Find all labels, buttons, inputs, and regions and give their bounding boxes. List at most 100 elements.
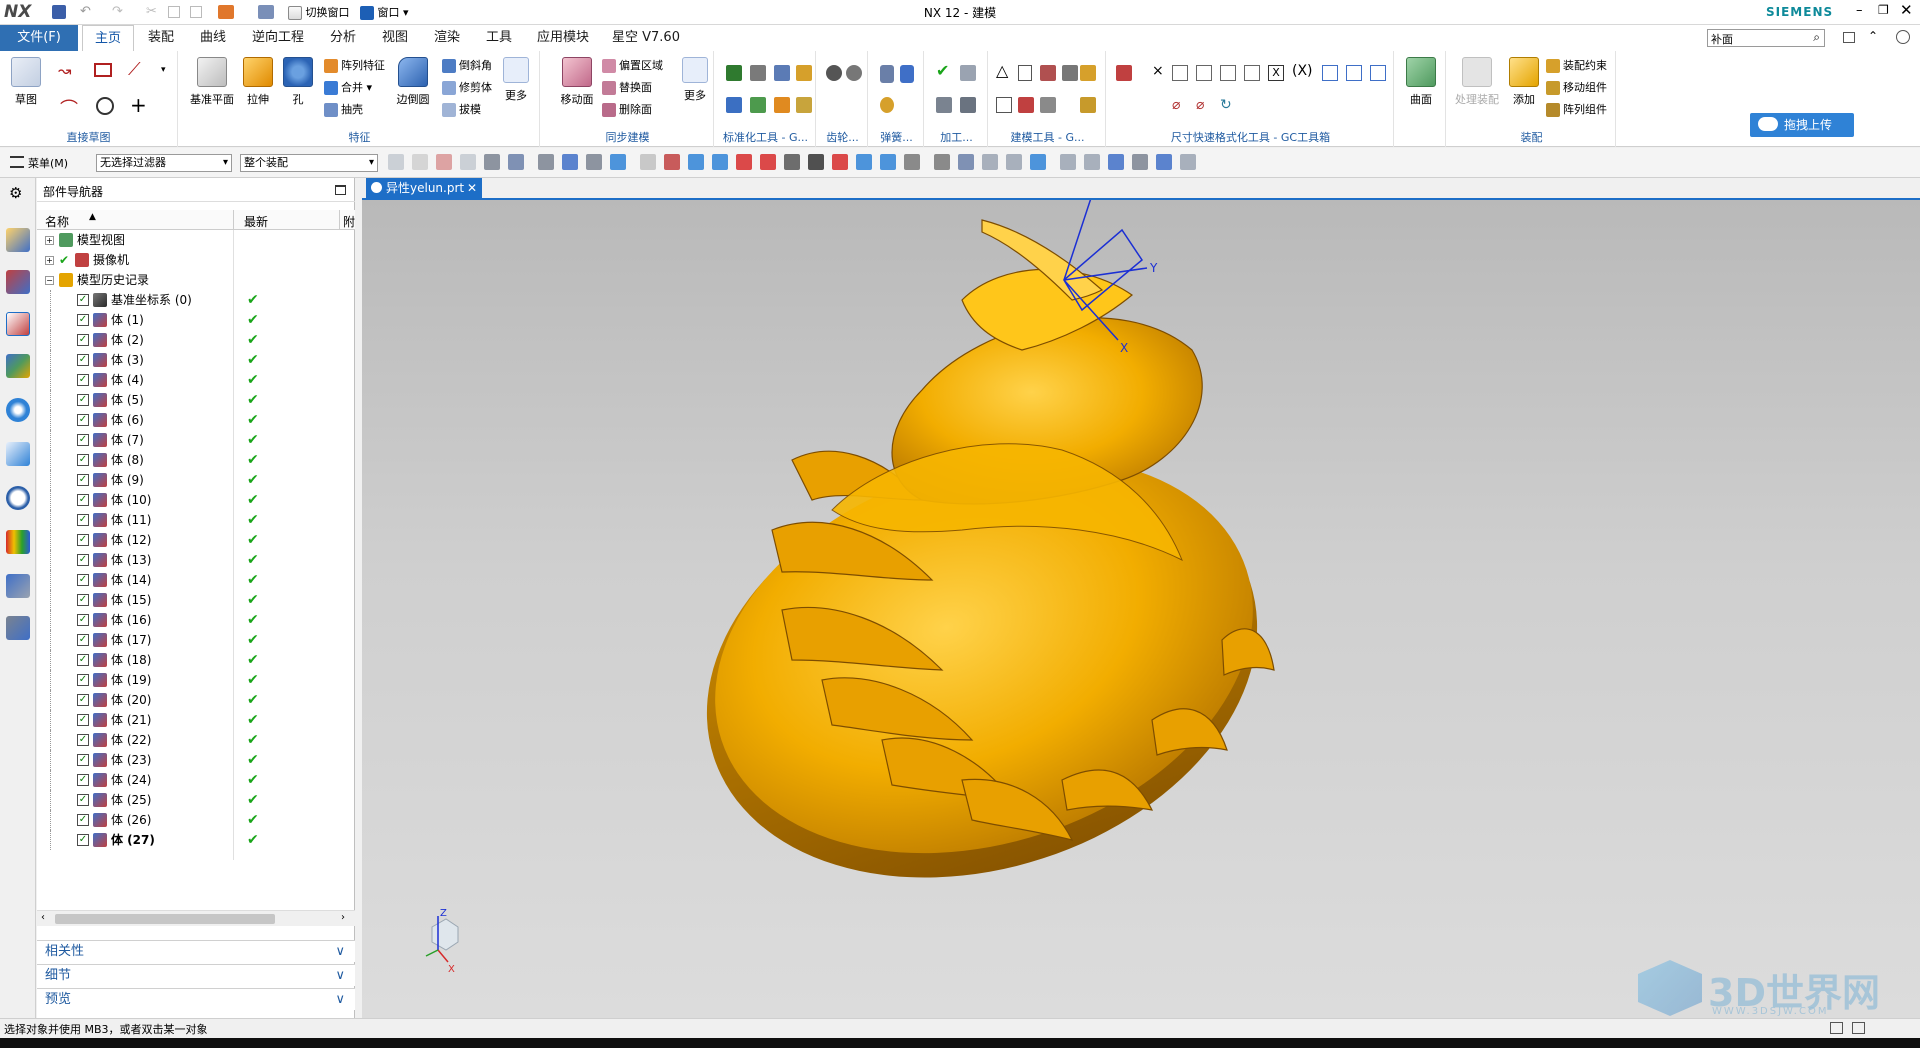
palette-icon[interactable]: [6, 530, 30, 554]
tab-render[interactable]: 渲染: [424, 25, 470, 51]
spring-icon[interactable]: [880, 97, 894, 113]
trim-body-button[interactable]: 修剪体: [442, 79, 492, 97]
surface-button[interactable]: 曲面: [1400, 57, 1442, 107]
fit-icon[interactable]: [1370, 65, 1386, 81]
accordion-preview[interactable]: 预览 ∨: [37, 988, 355, 1010]
history-row[interactable]: ✓ 体 (23) ✔: [37, 750, 347, 770]
command-search[interactable]: 补面 ⌕: [1707, 29, 1825, 47]
history-row[interactable]: ✓ 体 (19) ✔: [37, 670, 347, 690]
snap-tool-icon[interactable]: [982, 154, 998, 170]
triangle-icon[interactable]: △: [996, 61, 1008, 80]
visibility-checkbox[interactable]: ✓: [77, 634, 89, 646]
help-icon[interactable]: [1896, 30, 1910, 44]
visibility-checkbox[interactable]: ✓: [77, 294, 89, 306]
horizontal-scrollbar[interactable]: ‹ ›: [37, 910, 355, 926]
snap-tool-icon[interactable]: [664, 154, 680, 170]
visibility-checkbox[interactable]: ✓: [77, 314, 89, 326]
sketch-more-icon[interactable]: ▾: [161, 65, 166, 75]
settings-icon[interactable]: ⚙: [9, 184, 22, 202]
snap-tool-icon[interactable]: [712, 154, 728, 170]
sketch-button[interactable]: 草图: [6, 57, 46, 107]
roles-icon[interactable]: [6, 574, 30, 598]
history-row[interactable]: ✓ 体 (27) ✔: [37, 830, 347, 850]
snap-tool-icon[interactable]: [856, 154, 872, 170]
accordion-details[interactable]: 细节 ∨: [37, 964, 355, 986]
scroll-left-icon[interactable]: ‹: [41, 912, 45, 923]
snap-tool-icon[interactable]: [538, 154, 554, 170]
visibility-checkbox[interactable]: ✓: [77, 494, 89, 506]
visibility-checkbox[interactable]: ✓: [77, 434, 89, 446]
tab-analysis[interactable]: 分析: [320, 25, 366, 51]
offset-region-button[interactable]: 偏置区域: [602, 57, 663, 75]
snap-tool-icon[interactable]: [760, 154, 776, 170]
tab-view[interactable]: 视图: [372, 25, 418, 51]
visibility-checkbox[interactable]: ✓: [77, 374, 89, 386]
gc-tool-icon[interactable]: [750, 97, 766, 113]
status-icon[interactable]: [1830, 1022, 1843, 1034]
snap-tool-icon[interactable]: [832, 154, 848, 170]
modeling-tool-icon[interactable]: [1062, 65, 1078, 81]
snap-tool-icon[interactable]: [562, 154, 578, 170]
check-icon[interactable]: ✔: [936, 61, 949, 80]
snap-tool-icon[interactable]: [736, 154, 752, 170]
visibility-checkbox[interactable]: ✓: [77, 534, 89, 546]
close-x-icon[interactable]: ×: [1152, 63, 1164, 79]
system-scene-icon[interactable]: [6, 616, 30, 640]
history-icon[interactable]: [6, 486, 30, 510]
history-row[interactable]: ✓ 体 (18) ✔: [37, 650, 347, 670]
assembly-constraint-button[interactable]: 装配约束: [1546, 57, 1607, 75]
visibility-checkbox[interactable]: ✓: [77, 794, 89, 806]
history-row[interactable]: ✓ 体 (15) ✔: [37, 590, 347, 610]
add-component-button[interactable]: 添加: [1506, 57, 1542, 107]
snap-tool-icon[interactable]: [1060, 154, 1076, 170]
fit-icon[interactable]: [1346, 65, 1362, 81]
history-row[interactable]: ✓ 体 (1) ✔: [37, 310, 347, 330]
history-row[interactable]: ✓ 体 (6) ✔: [37, 410, 347, 430]
tab-application[interactable]: 应用模块: [528, 25, 598, 51]
close-tab-icon[interactable]: ✕: [467, 178, 477, 198]
info-icon[interactable]: [6, 398, 30, 422]
tab-xingkong[interactable]: 星空 V7.60: [606, 25, 686, 51]
history-row[interactable]: ✓ 体 (26) ✔: [37, 810, 347, 830]
document-tab[interactable]: 异性yelun.prt ✕: [366, 178, 482, 198]
close-icon[interactable]: ✕: [1900, 1, 1913, 19]
history-row[interactable]: ✓ 体 (9) ✔: [37, 470, 347, 490]
draft-button[interactable]: 拔模: [442, 101, 481, 119]
drag-upload-button[interactable]: 拖拽上传: [1750, 113, 1854, 137]
history-row[interactable]: ✓ 体 (22) ✔: [37, 730, 347, 750]
line-icon[interactable]: ⟋: [128, 59, 141, 80]
history-row[interactable]: ✓ 体 (16) ✔: [37, 610, 347, 630]
snap-tool-icon[interactable]: [508, 154, 524, 170]
history-row[interactable]: ✓ 体 (13) ✔: [37, 550, 347, 570]
visibility-checkbox[interactable]: ✓: [77, 354, 89, 366]
pattern-component-button[interactable]: 阵列组件: [1546, 101, 1607, 119]
snap-tool-icon[interactable]: [436, 154, 452, 170]
tolerance-icon[interactable]: [1220, 65, 1236, 81]
snap-tool-icon[interactable]: [688, 154, 704, 170]
process-assembly-button[interactable]: 处理装配: [1452, 57, 1502, 107]
visibility-checkbox[interactable]: ✓: [77, 774, 89, 786]
history-row[interactable]: ✓ 体 (24) ✔: [37, 770, 347, 790]
visibility-checkbox[interactable]: ✓: [77, 654, 89, 666]
web-browser-icon[interactable]: [6, 442, 30, 466]
scroll-right-icon[interactable]: ›: [341, 912, 345, 923]
tolerance-icon[interactable]: [1172, 65, 1188, 81]
circle-icon[interactable]: [96, 97, 114, 115]
visibility-checkbox[interactable]: ✓: [77, 454, 89, 466]
snap-tool-icon[interactable]: [610, 154, 626, 170]
snap-tool-icon[interactable]: [586, 154, 602, 170]
visibility-checkbox[interactable]: ✓: [77, 594, 89, 606]
tab-home[interactable]: 主页: [82, 25, 134, 51]
layout-icon[interactable]: [1843, 32, 1855, 43]
snap-tool-icon[interactable]: [958, 154, 974, 170]
hole-button[interactable]: 孔: [280, 57, 316, 107]
spring-icon[interactable]: [900, 65, 914, 83]
history-row[interactable]: ✓ 体 (17) ✔: [37, 630, 347, 650]
expand-icon[interactable]: −: [45, 276, 54, 285]
snap-tool-icon[interactable]: [1108, 154, 1124, 170]
snap-tool-icon[interactable]: [412, 154, 428, 170]
history-row[interactable]: ✓ 体 (14) ✔: [37, 570, 347, 590]
gear-icon[interactable]: [846, 65, 862, 81]
column-extra[interactable]: 附: [343, 213, 355, 230]
history-row[interactable]: ✓ 体 (21) ✔: [37, 710, 347, 730]
